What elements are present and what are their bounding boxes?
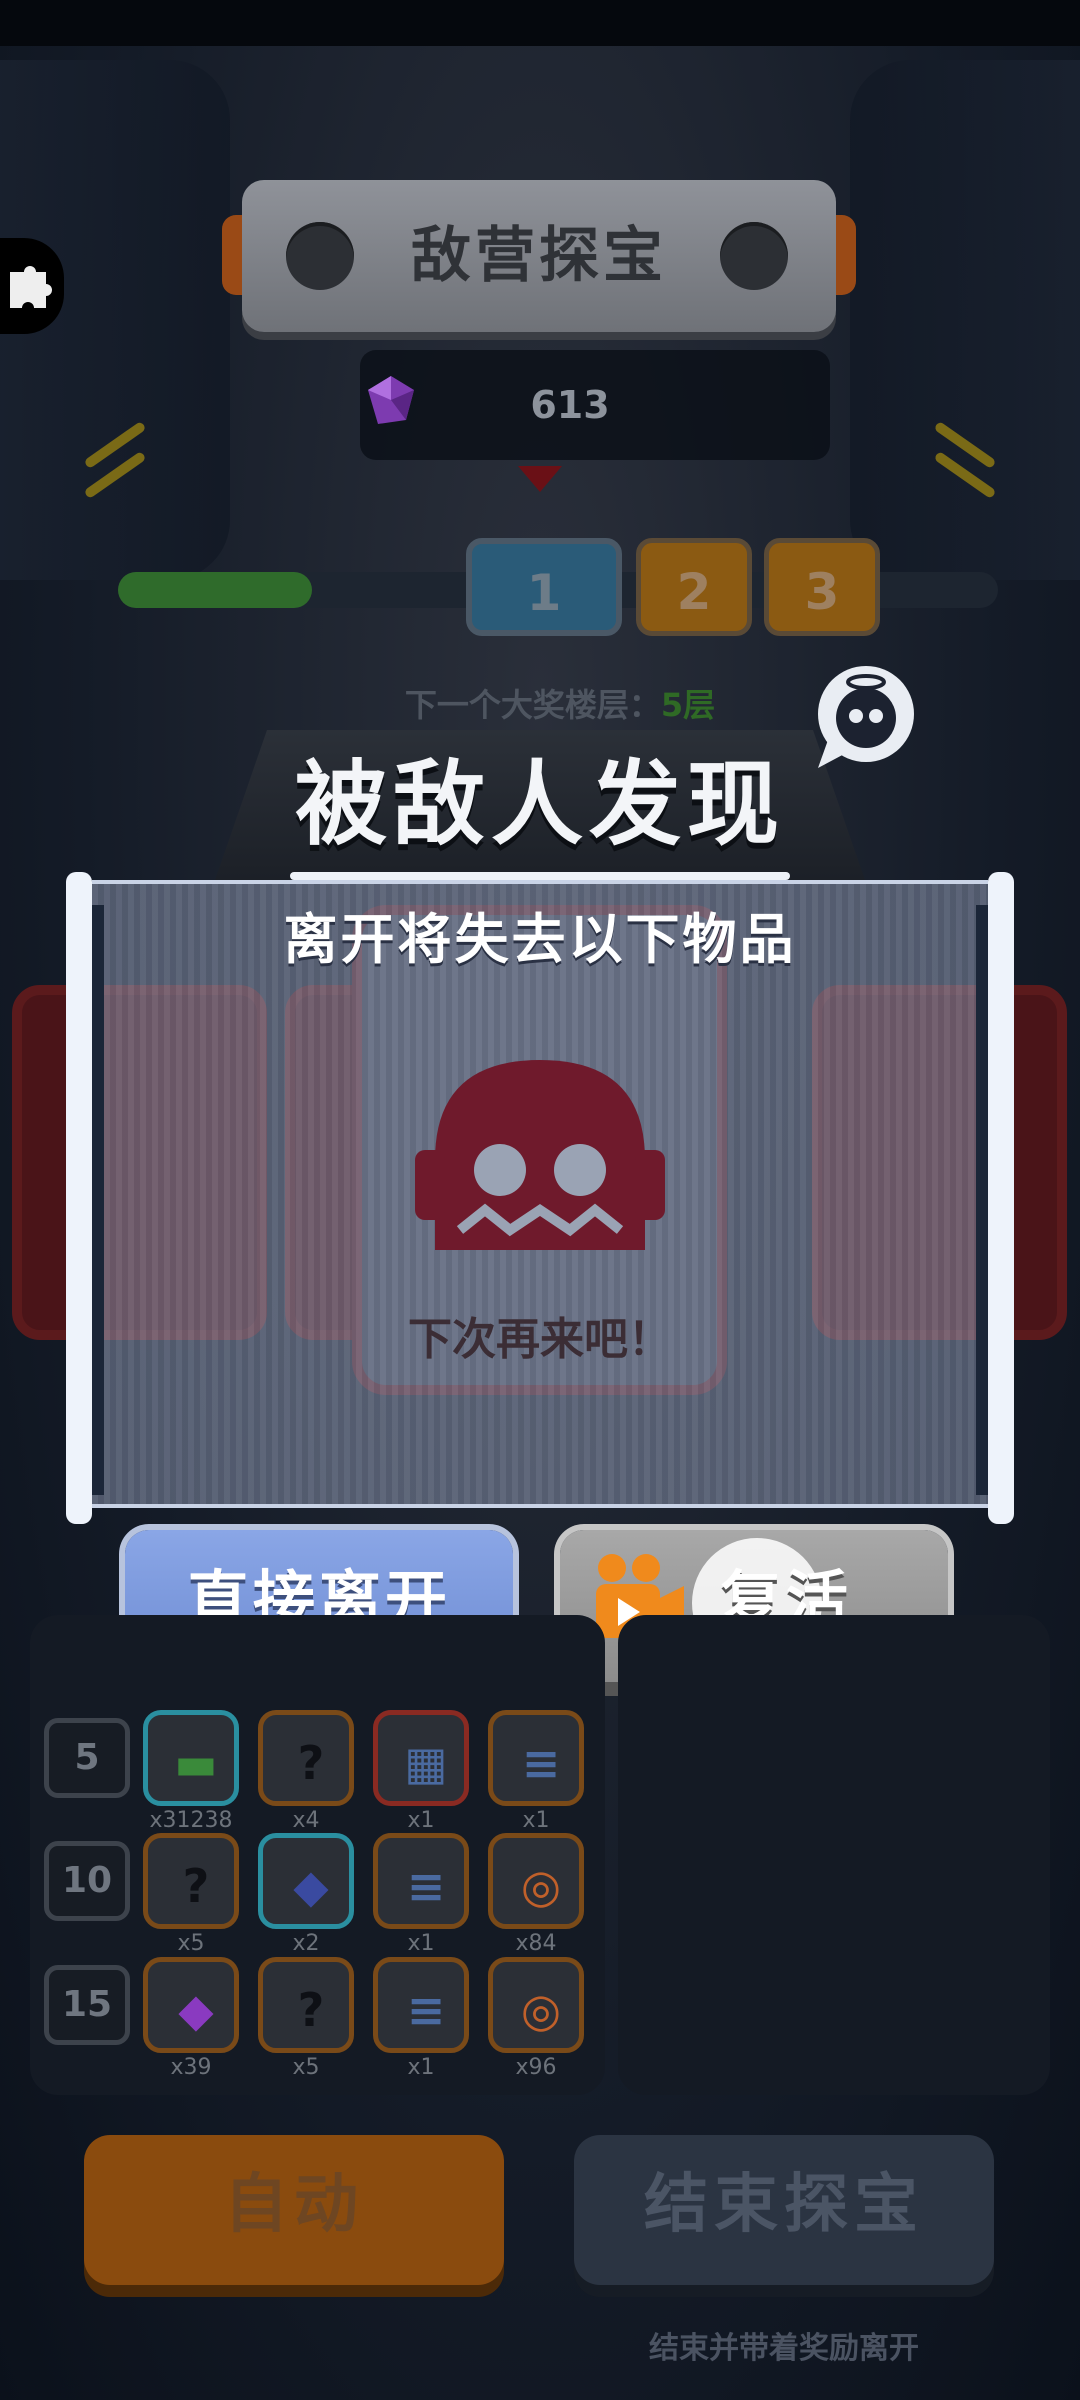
modal-edge-inner-right: [976, 905, 988, 1495]
auto-button-label: 自动: [224, 2168, 364, 2242]
reward-item[interactable]: ◎: [488, 1833, 584, 1929]
reward-item[interactable]: ◎: [488, 1957, 584, 2053]
puzzle-side-button[interactable]: [0, 238, 64, 334]
modal-subtitle: 离开将失去以下物品: [283, 908, 797, 971]
next-prize-floor: 下一个大奖楼层：5层: [370, 680, 750, 730]
skull-badge-icon: [818, 666, 914, 768]
reward-item[interactable]: ▦: [373, 1710, 469, 1806]
pointer-arrow-icon: [518, 466, 562, 492]
shield-card-icon: ◆: [293, 1859, 329, 1913]
reward-item[interactable]: ≡: [373, 1833, 469, 1929]
reward-item-count: x1: [407, 1808, 435, 1833]
reward-item[interactable]: ◆: [143, 1957, 239, 2053]
gem-icon: [368, 376, 414, 424]
skull-icon: [415, 1060, 665, 1250]
cash-icon: ▬: [174, 1736, 218, 1790]
reward-item[interactable]: ≡: [488, 1710, 584, 1806]
reward-item-count: x1: [522, 1808, 550, 1833]
document-icon: ≡: [521, 1736, 561, 1790]
reward-item-count: x96: [515, 2055, 557, 2080]
document-icon: ≡: [406, 1859, 446, 1913]
reward-item[interactable]: ?: [143, 1833, 239, 1929]
ticket-icon: ▦: [404, 1736, 448, 1790]
mystery-icon: ?: [297, 1736, 325, 1790]
reward-floor-label: 15: [44, 1965, 130, 2045]
floor-button-1[interactable]: 1: [466, 538, 622, 636]
reward-item-count: x31238: [149, 1808, 233, 1833]
mystery-icon: ?: [297, 1983, 325, 2037]
floor-progress-fill: [118, 572, 312, 608]
page-title: 敌营探宝: [411, 221, 667, 291]
modal-edge-left: [66, 872, 92, 1524]
reward-item-count: x5: [177, 1931, 205, 1956]
try-again-text: 下次再来吧！: [408, 1314, 672, 1365]
reward-floor-label: 10: [44, 1841, 130, 1921]
modal-edge-inner-left: [92, 905, 104, 1495]
coin-icon: ◎: [520, 1859, 562, 1913]
next-prize-label: 下一个大奖楼层：: [404, 686, 661, 724]
reward-item-count: x2: [292, 1931, 320, 1956]
coin-icon: ◎: [520, 1983, 562, 2037]
end-explore-button-label: 结束探宝: [644, 2168, 924, 2242]
reward-item[interactable]: ?: [258, 1957, 354, 2053]
reward-floor-label: 5: [44, 1718, 130, 1798]
reward-item-count: x5: [292, 2055, 320, 2080]
reward-item[interactable]: ▬: [143, 1710, 239, 1806]
puzzle-icon: [10, 266, 52, 308]
next-prize-value: 5层: [660, 686, 716, 724]
gem-count: 613: [530, 383, 610, 427]
modal-title: 被敌人发现: [294, 751, 785, 858]
modal-edge-right: [988, 872, 1014, 1524]
reward-item[interactable]: ≡: [373, 1957, 469, 2053]
reward-item-count: x1: [407, 1931, 435, 1956]
right-wall-decoration: [850, 60, 1080, 580]
rewards-side-panel: [618, 1615, 1050, 2095]
reward-item-count: x4: [292, 1808, 320, 1833]
status-bar: [0, 0, 1080, 46]
gem-icon: ◆: [178, 1983, 214, 2037]
modal-title-underline: [290, 872, 790, 880]
mystery-icon: ?: [182, 1859, 210, 1913]
reward-item[interactable]: ◆: [258, 1833, 354, 1929]
floor-button-3[interactable]: 3: [764, 538, 880, 636]
reward-item[interactable]: ?: [258, 1710, 354, 1806]
reward-item-count: x84: [515, 1931, 557, 1956]
floor-button-2[interactable]: 2: [636, 538, 752, 636]
document-icon: ≡: [406, 1983, 446, 2037]
end-explore-hint: 结束并带着奖励离开: [649, 2331, 919, 2366]
reward-item-count: x39: [170, 2055, 212, 2080]
reward-item-count: x1: [407, 2055, 435, 2080]
